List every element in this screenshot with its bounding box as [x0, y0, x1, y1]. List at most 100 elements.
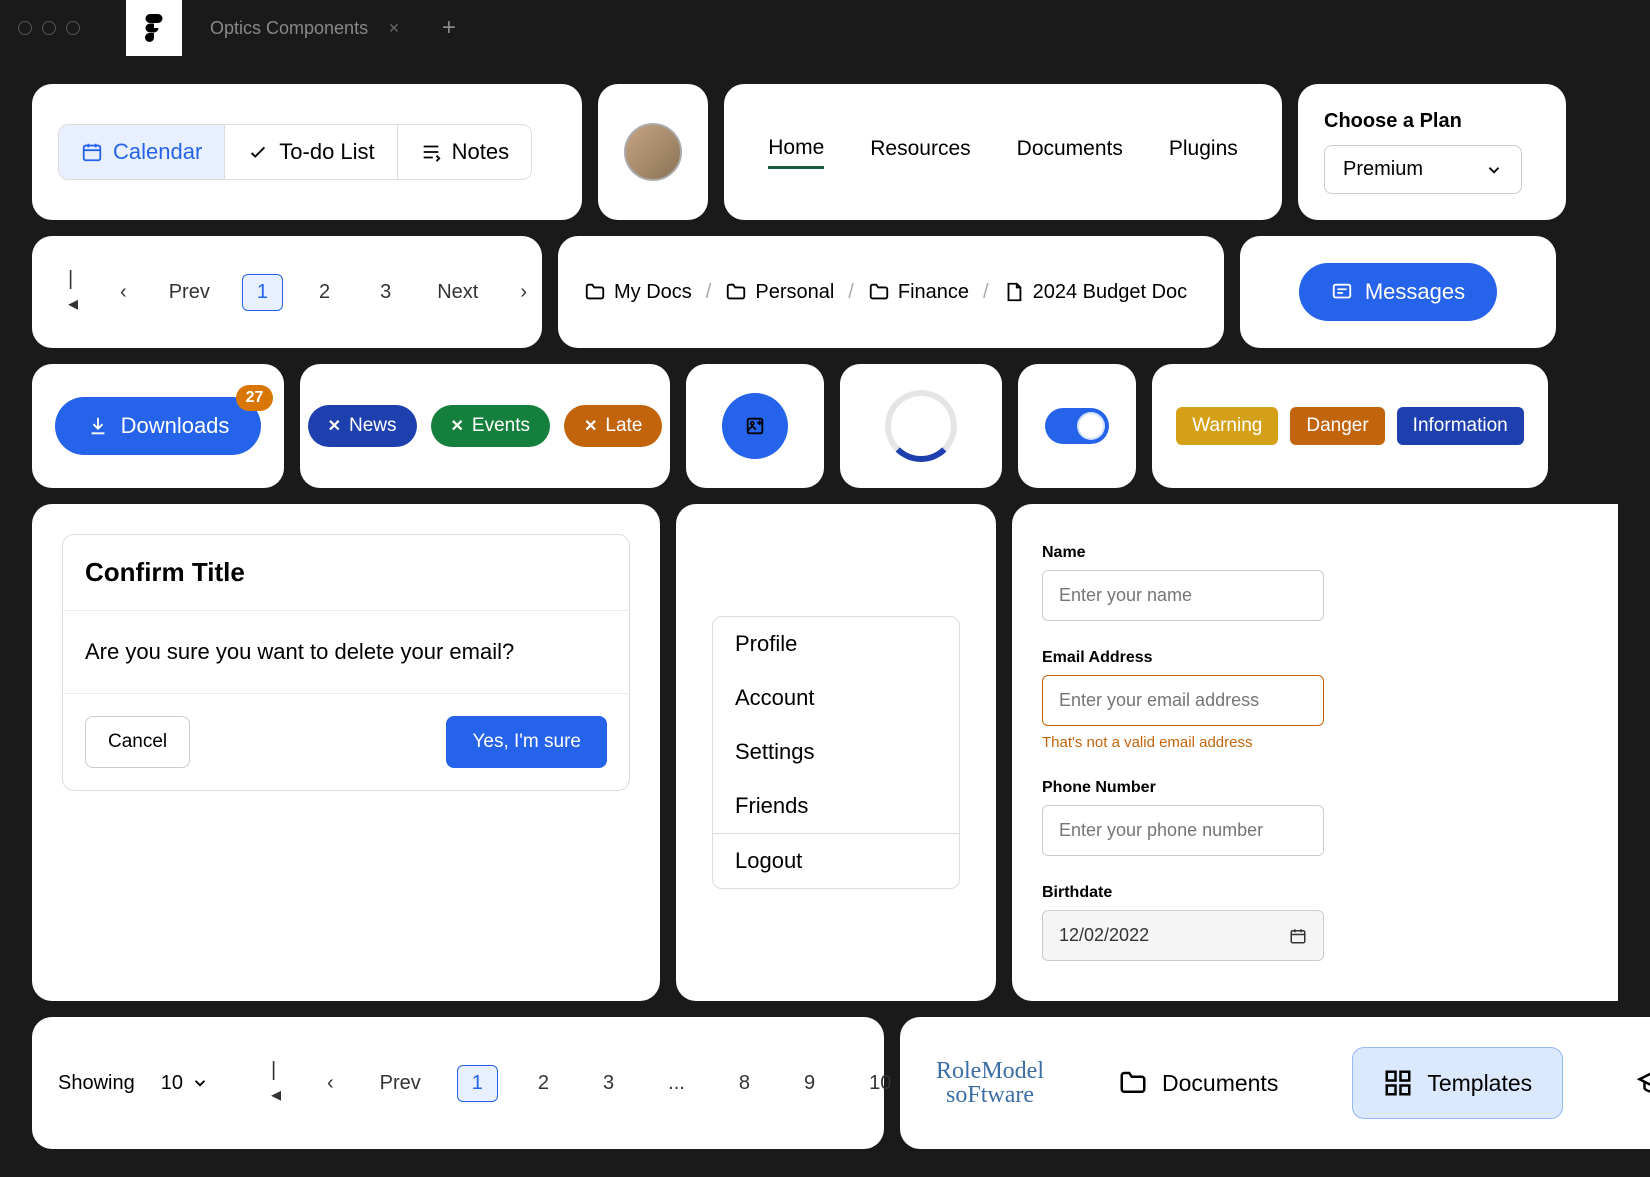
alert-info: Information: [1397, 407, 1524, 445]
dialog-card: Confirm Title Are you sure you want to d…: [32, 504, 660, 1001]
page-10[interactable]: 10: [855, 1066, 905, 1101]
nav-documents[interactable]: Documents: [1017, 137, 1123, 167]
templates-icon: [1383, 1068, 1413, 1098]
menu-friends[interactable]: Friends: [713, 779, 959, 833]
dialog-body: Are you sure you want to delete your ema…: [63, 611, 629, 693]
downloads-card: Downloads 27: [32, 364, 284, 488]
tab-notes[interactable]: Notes: [398, 125, 531, 179]
crumb-personal[interactable]: Personal: [725, 281, 834, 304]
image-plus-icon: [744, 415, 766, 437]
fab-card: [686, 364, 824, 488]
download-count-badge: 27: [236, 385, 274, 411]
tab-calendar[interactable]: Calendar: [59, 125, 225, 179]
email-label: Email Address: [1042, 649, 1324, 667]
page-9[interactable]: 9: [790, 1066, 829, 1101]
prev-page-icon[interactable]: ‹: [110, 275, 137, 310]
toggle-switch[interactable]: [1045, 408, 1109, 444]
messages-button[interactable]: Messages: [1299, 263, 1497, 321]
notes-icon: [420, 141, 442, 163]
prev-page-button[interactable]: Prev: [159, 275, 220, 310]
figma-logo-icon: [144, 14, 164, 42]
messages-card: Messages: [1240, 236, 1556, 348]
check-icon: [247, 141, 269, 163]
alert-danger: Danger: [1290, 407, 1384, 445]
phone-input[interactable]: [1042, 805, 1324, 856]
dialog-title: Confirm Title: [63, 535, 629, 611]
downloads-button[interactable]: Downloads 27: [55, 397, 262, 455]
nav-home[interactable]: Home: [768, 136, 824, 169]
window-close-icon[interactable]: [18, 21, 32, 35]
email-input[interactable]: [1042, 675, 1324, 726]
next-page-button[interactable]: Next: [427, 275, 488, 310]
chevron-down-icon: [191, 1074, 209, 1092]
folder-icon: [1118, 1068, 1148, 1098]
confirm-button[interactable]: Yes, I'm sure: [446, 716, 607, 768]
name-input[interactable]: [1042, 570, 1324, 621]
folder-icon: [725, 281, 747, 303]
page-size-select[interactable]: 10: [161, 1072, 209, 1095]
document-tab-title[interactable]: Optics Components: [210, 18, 368, 39]
remove-icon[interactable]: ✕: [584, 416, 597, 436]
plan-card: Choose a Plan Premium: [1298, 84, 1566, 220]
cancel-button[interactable]: Cancel: [85, 716, 190, 768]
chip-events[interactable]: ✕Events: [431, 405, 551, 447]
birthdate-input[interactable]: 12/02/2022: [1042, 910, 1324, 961]
add-image-button[interactable]: [722, 393, 788, 459]
brand-nav-card: RoleModel soFtware Documents Templates T…: [900, 1017, 1650, 1149]
prev-page-button[interactable]: Prev: [370, 1066, 431, 1101]
close-tab-icon[interactable]: ✕: [388, 20, 400, 37]
window-titlebar: Optics Components ✕ +: [0, 0, 1650, 56]
menu-logout[interactable]: Logout: [713, 834, 959, 888]
segmented-control-card: Calendar To-do List Notes: [32, 84, 582, 220]
page-2[interactable]: 2: [524, 1066, 563, 1101]
chip-news[interactable]: ✕News: [308, 405, 417, 447]
menu-account[interactable]: Account: [713, 671, 959, 725]
nav-plugins[interactable]: Plugins: [1169, 137, 1238, 167]
window-maximize-icon[interactable]: [66, 21, 80, 35]
page-8[interactable]: 8: [725, 1066, 764, 1101]
chip-late[interactable]: ✕Late: [564, 405, 662, 447]
showing-label: Showing: [58, 1072, 135, 1095]
calendar-icon: [81, 141, 103, 163]
crumb-current-doc[interactable]: 2024 Budget Doc: [1003, 281, 1188, 304]
figma-home-tab[interactable]: [126, 0, 182, 56]
user-avatar[interactable]: [624, 123, 682, 181]
crumb-finance[interactable]: Finance: [868, 281, 969, 304]
brand-tab-templates[interactable]: Templates: [1352, 1047, 1563, 1119]
remove-icon[interactable]: ✕: [451, 416, 464, 436]
alert-warning: Warning: [1176, 407, 1278, 445]
window-minimize-icon[interactable]: [42, 21, 56, 35]
chevron-down-icon: [1485, 161, 1503, 179]
crumb-mydocs[interactable]: My Docs: [584, 281, 692, 304]
first-page-icon[interactable]: |◂: [261, 1053, 291, 1113]
brand-tab-tutorials[interactable]: Tuo: [1607, 1048, 1650, 1118]
page-3[interactable]: 3: [589, 1066, 628, 1101]
email-error: That's not a valid email address: [1042, 734, 1324, 751]
first-page-icon[interactable]: |◂: [58, 262, 88, 322]
loading-spinner-icon: [885, 390, 957, 462]
breadcrumb-card: My Docs / Personal / Finance / 2024 Budg…: [558, 236, 1224, 348]
pagination-full-card: Showing 10 |◂ ‹ Prev 1 2 3 ... 8 9 10 Ne…: [32, 1017, 884, 1149]
page-2[interactable]: 2: [305, 275, 344, 310]
graduation-cap-icon: [1637, 1068, 1650, 1098]
prev-page-icon[interactable]: ‹: [317, 1066, 344, 1101]
page-1[interactable]: 1: [457, 1065, 498, 1102]
page-3[interactable]: 3: [366, 275, 405, 310]
plan-select[interactable]: Premium: [1324, 145, 1522, 194]
brand-tab-documents[interactable]: Documents: [1088, 1048, 1308, 1118]
chat-icon: [1331, 281, 1353, 303]
menu-profile[interactable]: Profile: [713, 617, 959, 671]
folder-icon: [868, 281, 890, 303]
download-icon: [87, 415, 109, 437]
remove-icon[interactable]: ✕: [328, 416, 341, 436]
nav-resources[interactable]: Resources: [870, 137, 970, 167]
phone-label: Phone Number: [1042, 779, 1324, 797]
new-tab-icon[interactable]: +: [442, 14, 456, 42]
page-1[interactable]: 1: [242, 274, 283, 311]
alerts-card: Warning Danger Information: [1152, 364, 1548, 488]
document-icon: [1003, 281, 1025, 303]
page-ellipsis: ...: [654, 1066, 699, 1101]
next-page-icon[interactable]: ›: [510, 275, 537, 310]
menu-settings[interactable]: Settings: [713, 725, 959, 779]
tab-todo[interactable]: To-do List: [225, 125, 397, 179]
